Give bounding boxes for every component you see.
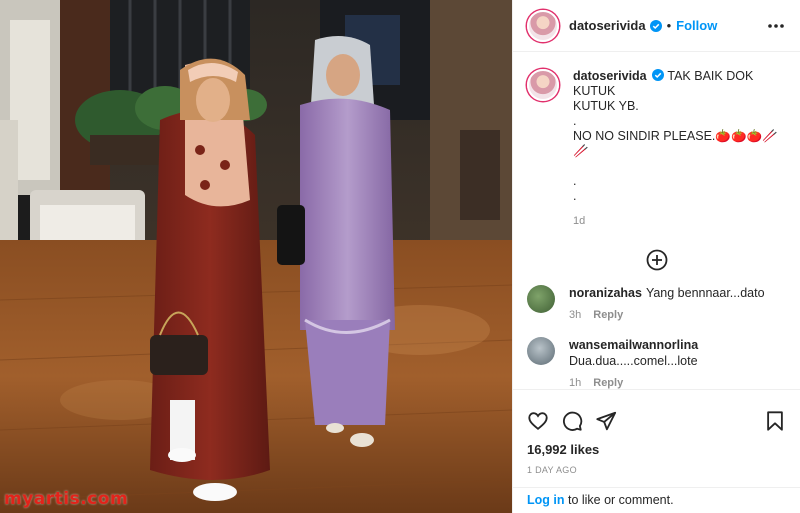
post-photo: myartis.com [0,0,512,513]
caption-text-line: NO NO SINDIR PLEASE.🍅🍅🍅🥢🥢 [573,129,778,158]
caption-text-line [573,159,786,174]
caption-text-line: . [573,174,577,188]
comment-body: wansemailwannorlina Dua.dua.....comel...… [569,337,702,389]
post-photo-illustration [0,0,512,513]
watermark: myartis.com [4,489,129,509]
comment-timestamp[interactable]: 3h [569,309,581,321]
comment-timestamp[interactable]: 1h [569,377,581,389]
load-more-comments[interactable] [527,249,786,271]
plus-circle-icon[interactable] [646,249,668,271]
more-options-icon[interactable] [766,16,786,36]
author-username[interactable]: datoserivida [569,18,646,33]
caption: datoserivida TAK BAIK DOK KUTUK KUTUK YB… [527,69,786,229]
comment-meta: 1h Reply [569,375,702,389]
action-bar [513,390,800,438]
follow-button[interactable]: Follow [676,18,717,33]
login-prompt: Log in to like or comment. [513,487,800,513]
comment-text: Dua.dua.....comel...lote [569,354,698,368]
comments-section[interactable]: datoserivida TAK BAIK DOK KUTUK KUTUK YB… [513,53,800,389]
separator-dot: • [666,18,672,33]
comment-meta: 3h Reply [569,307,765,323]
verified-badge-icon [649,19,662,32]
post-side-panel: datoserivida • Follow datoserivida TAK B… [512,0,800,513]
login-prompt-text: to like or comment. [564,493,674,507]
reply-button[interactable]: Reply [593,377,623,389]
caption-body: datoserivida TAK BAIK DOK KUTUK KUTUK YB… [573,69,786,229]
post-header: datoserivida • Follow [513,0,800,52]
caption-timestamp[interactable]: 1d [573,214,786,229]
caption-text-line: KUTUK YB. [573,99,639,113]
post-actions: 16,992 likes 1 DAY AGO Log in to like or… [513,389,800,513]
caption-text-line: . [573,114,577,128]
heart-icon[interactable] [527,410,549,432]
share-icon[interactable] [595,410,617,432]
commenter-avatar[interactable] [527,285,555,313]
commenter-username[interactable]: noranizahas [569,286,642,300]
comment-item: wansemailwannorlina Dua.dua.....comel...… [527,337,786,389]
comment-item: noranizahas Yang bennnaar...dato 3h Reply [527,285,786,323]
post-date[interactable]: 1 DAY AGO [513,457,800,475]
caption-username[interactable]: datoserivida [573,69,647,83]
caption-avatar[interactable] [527,69,559,101]
likes-count[interactable]: 16,992 likes [513,438,800,457]
commenter-avatar[interactable] [527,337,555,365]
comment-icon[interactable] [561,410,583,432]
bookmark-icon[interactable] [764,410,786,432]
verified-badge-icon [652,69,665,81]
caption-text-line: . [573,189,577,203]
login-link[interactable]: Log in [527,493,565,507]
comment-body: noranizahas Yang bennnaar...dato 3h Reply [569,285,765,323]
commenter-username[interactable]: wansemailwannorlina [569,338,698,352]
reply-button[interactable]: Reply [593,309,623,321]
author-avatar[interactable] [527,9,559,42]
comment-text: Yang bennnaar...dato [645,286,765,300]
